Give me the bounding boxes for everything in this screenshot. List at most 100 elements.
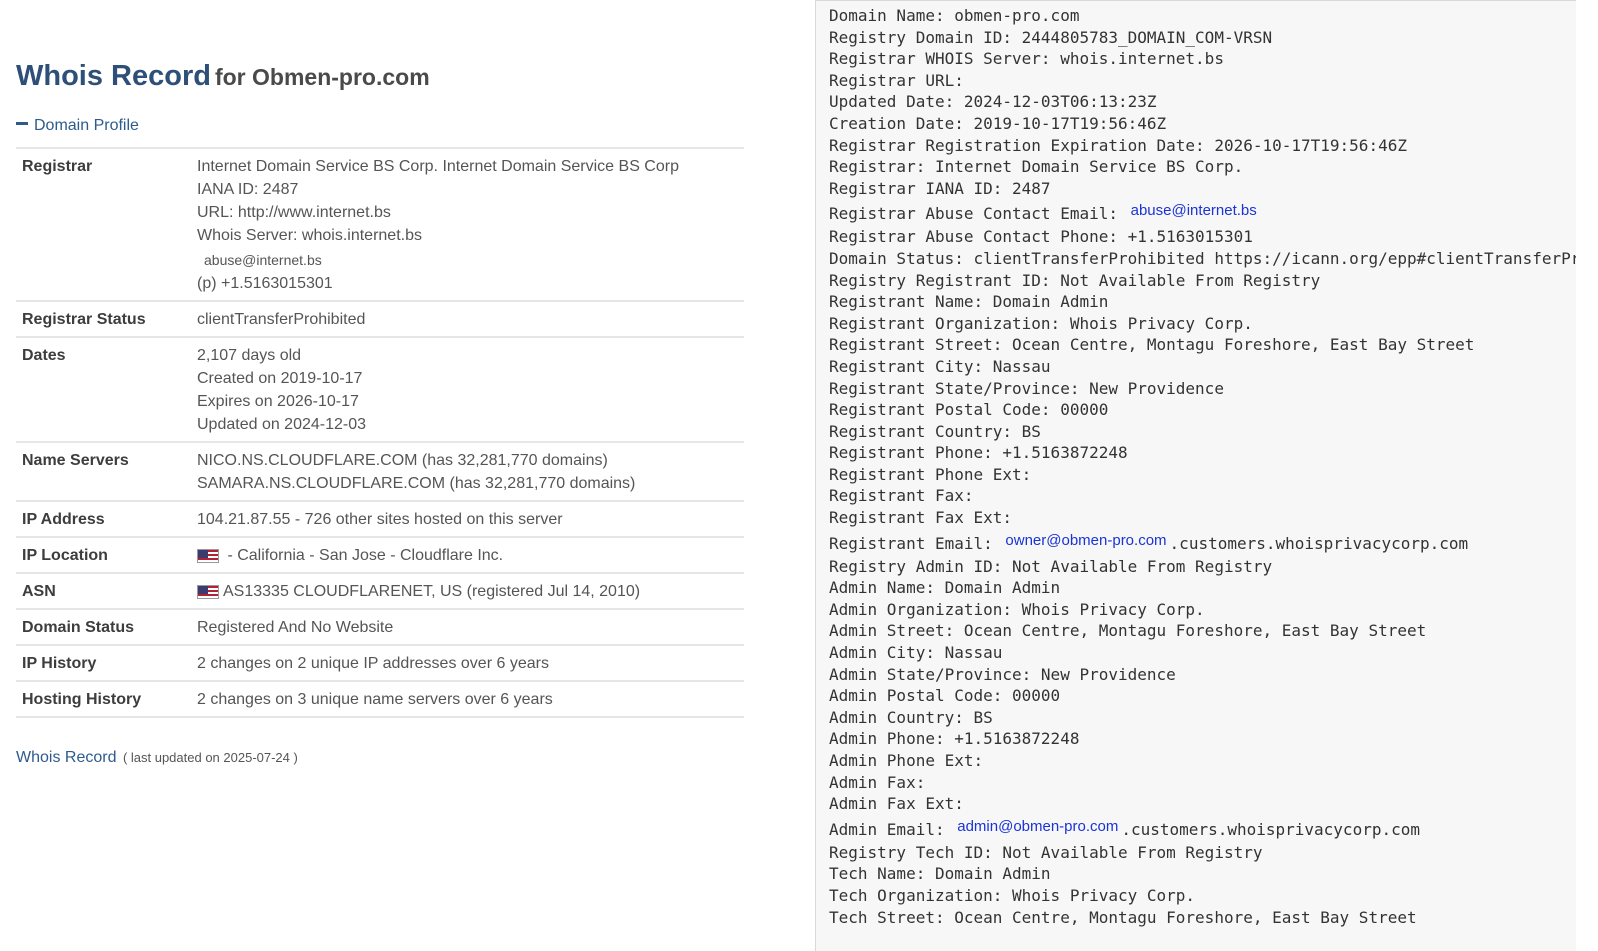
raw-line: Domain Status: clientTransferProhibited …: [829, 248, 1576, 268]
row-hosting-history: Hosting History 2 changes on 3 unique na…: [16, 681, 744, 718]
raw-line: Domain Name: obmen-pro.com: [829, 6, 1080, 25]
row-label: IP History: [16, 645, 197, 682]
raw-line-suffix: .customers.whoisprivacycorp.com: [1169, 533, 1469, 553]
raw-line: Registrar Abuse Contact Phone: +1.516301…: [829, 227, 1253, 247]
ip-history-value: 2 changes on 2 unique IP addresses over …: [197, 645, 744, 682]
raw-line: Admin City: Nassau: [829, 643, 1003, 663]
registrant-email-link[interactable]: owner@obmen-pro.com: [1005, 532, 1166, 549]
us-flag-icon: [197, 584, 219, 599]
updated-date: Updated on 2024-12-03: [197, 416, 367, 433]
row-value: Internet Domain Service BS Corp. Interne…: [197, 147, 744, 302]
raw-line: Admin Country: BS: [829, 707, 993, 727]
domain-status-value: Registered And No Website: [197, 609, 744, 646]
hosting-history-value: 2 changes on 3 unique name servers over …: [197, 681, 744, 718]
row-label: Registrar: [16, 147, 197, 302]
raw-line: Registrar Abuse Contact Email: abuse@int…: [829, 199, 1576, 226]
raw-line: Registry Admin ID: Not Available From Re…: [829, 556, 1273, 576]
raw-line: Registrant State/Province: New Providenc…: [829, 378, 1224, 398]
row-value: NICO.NS.CLOUDFLARE.COM (has 32,281,770 d…: [197, 442, 744, 502]
raw-line: Admin State/Province: New Providence: [829, 664, 1176, 684]
page-title-domain: for Obmen-pro.com: [214, 64, 430, 90]
domain-profile-table: Registrar Internet Domain Service BS Cor…: [16, 147, 744, 718]
page-title-main: Whois Record: [16, 60, 211, 92]
domain-profile-panel: Whois Record for Obmen-pro.com Domain Pro…: [16, 0, 744, 950]
raw-line-prefix: Admin Email:: [829, 819, 945, 839]
collapse-icon: [16, 122, 28, 126]
raw-line: Registrant Organization: Whois Privacy C…: [829, 313, 1253, 333]
registrar-phone: (p) +1.5163015301: [197, 275, 333, 292]
asn-value: AS13335 CLOUDFLARENET, US (registered Ju…: [223, 583, 641, 600]
raw-line: Updated Date: 2024-12-03T06:13:23Z: [829, 92, 1157, 112]
raw-line: Registrar: Internet Domain Service BS Co…: [829, 157, 1244, 177]
last-updated-note: ( last updated on 2025-07-24 ): [122, 750, 298, 765]
whois-record-link[interactable]: Whois Record: [16, 749, 116, 766]
registrar-iana-id: IANA ID: 2487: [197, 181, 299, 198]
row-ip-address: IP Address 104.21.87.55 - 726 other site…: [16, 501, 744, 538]
page-title: Whois Record for Obmen-pro.com: [16, 56, 430, 93]
name-server-item: SAMARA.NS.CLOUDFLARE.COM (has 32,281,770…: [197, 475, 636, 492]
raw-line: Registry Domain ID: 2444805783_DOMAIN_CO…: [829, 27, 1273, 47]
raw-line: Admin Fax:: [829, 772, 926, 792]
raw-line: Registrar Registration Expiration Date: …: [829, 135, 1407, 155]
row-label: Domain Status: [16, 609, 197, 646]
raw-whois-panel: Domain Name: obmen-pro.com Registry Doma…: [815, 0, 1576, 951]
row-label: IP Location: [16, 537, 197, 574]
raw-line: Registrant Name: Domain Admin: [829, 292, 1109, 312]
row-registrar-status: Registrar Status clientTransferProhibite…: [16, 301, 744, 338]
us-flag-icon: [197, 548, 219, 563]
ip-address-value: 104.21.87.55 - 726 other sites hosted on…: [197, 501, 744, 538]
ip-location-value: - California - San Jose - Cloudflare Inc…: [227, 547, 504, 564]
raw-line: Registrant Country: BS: [829, 421, 1041, 441]
raw-line: Registrant Fax Ext:: [829, 508, 1013, 528]
raw-line: Tech Organization: Whois Privacy Corp.: [829, 885, 1196, 905]
whois-record-footer: Whois Record ( last updated on 2025-07-2…: [16, 749, 298, 767]
raw-line: Registrar WHOIS Server: whois.internet.b…: [829, 49, 1224, 69]
raw-line: Registrant Postal Code: 00000: [829, 400, 1109, 420]
raw-line-suffix: .customers.whoisprivacycorp.com: [1121, 819, 1420, 839]
raw-line: Registrar URL:: [829, 70, 964, 90]
raw-line: Tech Name: Domain Admin: [829, 864, 1051, 884]
created-date: Created on 2019-10-17: [197, 370, 363, 387]
row-value: - California - San Jose - Cloudflare Inc…: [197, 537, 744, 574]
raw-line-prefix: Registrar Abuse Contact Email:: [829, 204, 1118, 224]
name-server-item: NICO.NS.CLOUDFLARE.COM (has 32,281,770 d…: [197, 452, 608, 469]
raw-line: Admin Phone Ext:: [829, 751, 984, 770]
row-domain-status: Domain Status Registered And No Website: [16, 609, 744, 646]
raw-line: Registrant City: Nassau: [829, 356, 1051, 376]
raw-line: Registrant Phone Ext:: [829, 464, 1032, 484]
raw-line: Admin Organization: Whois Privacy Corp.: [829, 599, 1205, 619]
expires-date: Expires on 2026-10-17: [197, 393, 359, 410]
registrar-whois-server: Whois Server: whois.internet.bs: [197, 227, 422, 244]
raw-line: Registrant Email: owner@obmen-pro.com .cu…: [829, 529, 1576, 556]
registrar-email: abuse@internet.bs: [204, 252, 322, 268]
row-dates: Dates 2,107 days old Created on 2019-10-…: [16, 337, 744, 443]
admin-email-link[interactable]: admin@obmen-pro.com: [957, 818, 1118, 835]
row-label: Registrar Status: [16, 301, 197, 338]
domain-profile-toggle[interactable]: Domain Profile: [16, 117, 139, 135]
row-label: Name Servers: [16, 442, 197, 502]
raw-line: Registrant Street: Ocean Centre, Montagu…: [829, 335, 1475, 355]
row-ip-location: IP Location - California - San Jose - Cl…: [16, 537, 744, 574]
row-label: IP Address: [16, 501, 197, 538]
row-value: 2,107 days old Created on 2019-10-17 Exp…: [197, 337, 744, 443]
row-asn: ASN AS13335 CLOUDFLARENET, US (registere…: [16, 573, 744, 610]
raw-line: Creation Date: 2019-10-17T19:56:46Z: [829, 113, 1167, 133]
raw-whois-text: Domain Name: obmen-pro.com Registry Doma…: [816, 1, 1576, 928]
row-label: Dates: [16, 337, 197, 443]
raw-line: Tech Street: Ocean Centre, Montagu Fores…: [829, 907, 1417, 927]
raw-line: Admin Postal Code: 00000: [829, 686, 1061, 706]
raw-line: Admin Phone: +1.5163872248: [829, 729, 1080, 749]
raw-line: Registrant Fax:: [829, 486, 974, 506]
row-ip-history: IP History 2 changes on 2 unique IP addr…: [16, 645, 744, 682]
abuse-email-link[interactable]: abuse@internet.bs: [1131, 202, 1257, 219]
registrar-url: URL: http://www.internet.bs: [197, 204, 391, 221]
raw-line: Admin Street: Ocean Centre, Montagu Fore…: [829, 621, 1427, 641]
raw-line: Registry Registrant ID: Not Available Fr…: [829, 270, 1321, 290]
raw-line: Admin Name: Domain Admin: [829, 578, 1061, 598]
raw-line: Admin Email: admin@obmen-pro.com .custome…: [829, 815, 1576, 842]
raw-line: Registrar IANA ID: 2487: [829, 178, 1051, 198]
row-value: AS13335 CLOUDFLARENET, US (registered Ju…: [197, 573, 744, 610]
raw-line: Registry Tech ID: Not Available From Reg…: [829, 842, 1263, 862]
registrar-status-value: clientTransferProhibited: [197, 301, 744, 338]
raw-line-prefix: Registrant Email:: [829, 533, 993, 553]
